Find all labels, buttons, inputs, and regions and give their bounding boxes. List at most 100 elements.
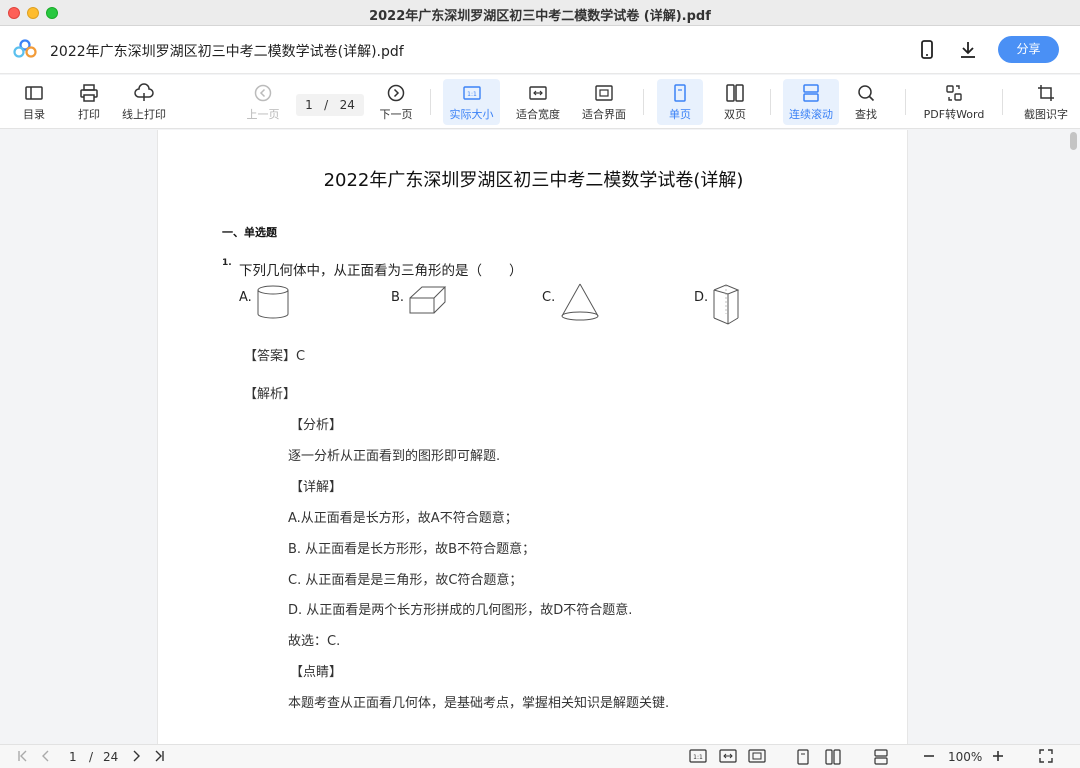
pdf-page: 2022年广东深圳罗湖区初三中考二模数学试卷(详解) 一、单选题 1. 下列几何… (157, 130, 908, 744)
continuous-scroll-label: 连续滚动 (789, 108, 833, 121)
fit-page-icon (595, 85, 613, 101)
continuous-scroll-button[interactable]: 连续滚动 (783, 79, 839, 125)
prev-page-label: 上一页 (246, 108, 280, 121)
analysis-heading: 【分析】 (290, 418, 343, 433)
cone-shape (561, 283, 599, 321)
document-viewport[interactable]: 2022年广东深圳罗湖区初三中考二模数学试卷(详解) 一、单选题 1. 下列几何… (0, 130, 1080, 744)
option-b-label: B. (391, 290, 405, 305)
vertical-scrollbar[interactable] (1066, 130, 1080, 744)
analysis-title: 【解析】 (244, 387, 297, 402)
toolbar-divider (643, 89, 644, 115)
question-text: 下列几何体中，从正面看为三角形的是（ ） (239, 263, 523, 279)
ocr-label: 截图识字 (1024, 108, 1068, 121)
zoom-level[interactable]: 100% (948, 750, 982, 764)
bottom-status-bar: 1 / 24 1:1 100% (0, 744, 1080, 768)
printer-icon (80, 84, 98, 102)
cuboid-shape (409, 286, 447, 314)
option-a-label: A. (239, 290, 252, 305)
fit-width-button[interactable]: 适合宽度 (512, 79, 564, 125)
page-current: 1 (305, 98, 313, 112)
scrollbar-thumb[interactable] (1070, 132, 1077, 150)
double-page-icon (726, 84, 744, 102)
fit-page-icon[interactable] (748, 749, 766, 763)
bottom-page-total: 24 (103, 750, 119, 764)
double-page-icon[interactable] (825, 749, 841, 765)
detail-line: D. 从正面看是两个长方形拼成的几何图形，故D不符合题意. (288, 603, 633, 618)
actual-size-badge: 1:1 (467, 91, 477, 98)
actual-size-button[interactable]: 1:1 实际大小 (443, 79, 500, 125)
section-heading: 一、单选题 (222, 226, 277, 239)
actual-size-icon: 1:1 (462, 86, 481, 100)
answer-text: 【答案】C (244, 349, 306, 364)
page-separator: / (324, 98, 329, 112)
analysis-text: 逐一分析从正面看到的图形即可解题. (288, 449, 501, 464)
toc-button[interactable]: 目录 (14, 79, 54, 125)
comment-heading: 【点睛】 (290, 665, 343, 680)
next-page-label: 下一页 (379, 108, 413, 121)
convert-icon (946, 85, 962, 101)
fit-page-button[interactable]: 适合界面 (578, 79, 630, 125)
prev-page-button[interactable]: 上一页 (242, 79, 284, 125)
fullscreen-icon[interactable] (1039, 749, 1053, 763)
actual-size-icon[interactable]: 1:1 (689, 749, 707, 763)
fit-width-icon (529, 86, 547, 100)
next-page-button[interactable]: 下一页 (375, 79, 417, 125)
triangular-prism-shape (713, 284, 740, 325)
choice-text: 故选：C. (288, 634, 341, 649)
toc-label: 目录 (23, 108, 45, 121)
app-header: 2022年广东深圳罗湖区初三中考二模数学试卷(详解).pdf 分享 (0, 26, 1080, 74)
toc-icon (25, 86, 43, 100)
page-heading: 2022年广东深圳罗湖区初三中考二模数学试卷(详解) (323, 170, 744, 191)
toolbar-divider (905, 89, 906, 115)
pdf-to-word-label: PDF转Word (923, 108, 985, 121)
online-print-label: 线上打印 (122, 108, 166, 121)
print-label: 打印 (78, 108, 100, 121)
option-d-label: D. (694, 290, 709, 305)
toolbar-divider (770, 89, 771, 115)
double-page-label: 双页 (724, 108, 746, 121)
share-button[interactable]: 分享 (998, 36, 1059, 63)
page-number-input[interactable]: 1 / 24 (296, 94, 364, 116)
online-print-button[interactable]: 线上打印 (117, 79, 171, 125)
fit-width-icon[interactable] (719, 749, 737, 763)
print-button[interactable]: 打印 (69, 79, 109, 125)
comment-text: 本题考查从正面看几何体，是基础考点，掌握相关知识是解题关键. (288, 696, 670, 711)
double-page-button[interactable]: 双页 (712, 79, 758, 125)
document-title: 2022年广东深圳罗湖区初三中考二模数学试卷(详解).pdf (50, 44, 404, 60)
zoom-out-icon[interactable] (922, 749, 936, 763)
detail-line: A.从正面看是长方形，故A不符合题意； (288, 511, 518, 526)
continuous-scroll-icon[interactable] (873, 749, 889, 765)
window-title: 2022年广东深圳罗湖区初三中考二模数学试卷 (详解).pdf (369, 9, 711, 24)
next-circle-icon (387, 84, 405, 102)
cylinder-shape (257, 285, 289, 319)
pdf-to-word-button[interactable]: PDF转Word (919, 79, 989, 125)
single-page-icon[interactable] (796, 749, 810, 765)
download-icon[interactable] (958, 39, 978, 61)
toolbar-divider (1002, 89, 1003, 115)
detail-heading: 【详解】 (290, 480, 343, 495)
window-titlebar: 2022年广东深圳罗湖区初三中考二模数学试卷 (详解).pdf (0, 0, 1080, 26)
bottom-page-current[interactable]: 1 (69, 750, 77, 764)
first-page-icon[interactable] (16, 749, 30, 763)
crop-icon (1038, 85, 1054, 101)
single-page-icon (674, 84, 686, 102)
zoom-in-icon[interactable] (991, 749, 1005, 763)
detail-line: C. 从正面看是是三角形，故C符合题意； (288, 573, 523, 588)
prev-circle-icon (254, 84, 272, 102)
single-page-button[interactable]: 单页 (657, 79, 703, 125)
app-logo-icon (13, 39, 37, 58)
detail-line: B. 从正面看是长方形形，故B不符合题意； (288, 542, 536, 557)
option-c-label: C. (542, 290, 556, 305)
actual-size-label: 实际大小 (449, 108, 494, 121)
last-page-icon[interactable] (152, 749, 166, 763)
prev-page-icon[interactable] (39, 749, 53, 763)
find-button[interactable]: 查找 (846, 79, 886, 125)
next-page-icon[interactable] (129, 749, 143, 763)
mobile-device-icon[interactable] (917, 39, 937, 61)
ocr-button[interactable]: 截图识字 (1016, 79, 1076, 125)
continuous-scroll-icon (803, 84, 819, 102)
fit-page-label: 适合界面 (582, 108, 626, 121)
single-page-label: 单页 (669, 108, 691, 121)
toolbar-divider (430, 89, 431, 115)
bottom-page-separator: / (89, 750, 94, 764)
